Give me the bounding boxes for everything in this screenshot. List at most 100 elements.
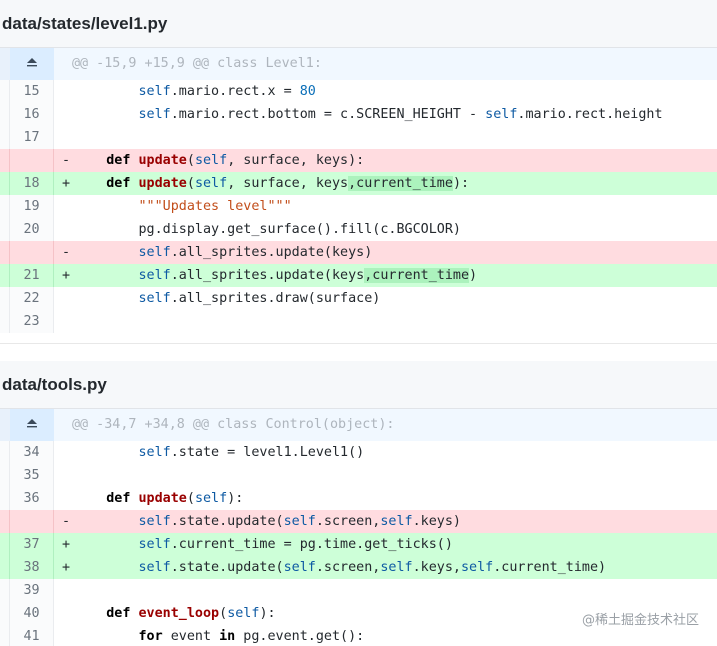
gutter-old[interactable] xyxy=(0,310,10,333)
code-token: """Updates level""" xyxy=(138,199,292,214)
expand-button[interactable] xyxy=(10,409,54,441)
code-token: .state = level1.Level1() xyxy=(170,445,365,460)
line-number[interactable]: 34 xyxy=(10,441,54,464)
code-line: self.all_sprites.draw(surface) xyxy=(74,287,717,310)
code-token: .keys) xyxy=(412,514,461,529)
gutter-old[interactable] xyxy=(0,241,10,264)
gutter-old[interactable] xyxy=(0,149,10,172)
line-number[interactable]: 18 xyxy=(10,172,54,195)
line-number[interactable] xyxy=(10,510,54,533)
gutter-old[interactable] xyxy=(0,510,10,533)
gutter-old[interactable] xyxy=(0,126,10,149)
line-number[interactable] xyxy=(10,241,54,264)
context-line: 20 pg.display.get_surface().fill(c.BGCOL… xyxy=(0,218,717,241)
code-line: def update(self, surface, keys,current_t… xyxy=(74,172,717,195)
code-token: self xyxy=(138,107,171,122)
gutter-old[interactable] xyxy=(0,464,10,487)
gutter-old[interactable] xyxy=(0,218,10,241)
context-line: 22 self.all_sprites.draw(surface) xyxy=(0,287,717,310)
line-number[interactable] xyxy=(10,149,54,172)
gutter-old[interactable] xyxy=(0,625,10,646)
gutter-old[interactable] xyxy=(0,195,10,218)
code-token: .current_time) xyxy=(493,560,607,575)
code-token: .mario.rect.bottom = c.SCREEN_HEIGHT - xyxy=(170,107,486,122)
gutter-old[interactable] xyxy=(0,264,10,287)
file-title[interactable]: data/tools.py xyxy=(2,375,107,395)
code-token: .all_sprites.draw(surface) xyxy=(170,291,381,306)
code-token: pg.display.get_surface().fill(c.BGCOLOR) xyxy=(74,222,461,237)
line-number[interactable]: 38 xyxy=(10,556,54,579)
line-number[interactable]: 17 xyxy=(10,126,54,149)
code-token: .keys, xyxy=(412,560,461,575)
line-number[interactable]: 39 xyxy=(10,579,54,602)
gutter-old[interactable] xyxy=(0,441,10,464)
gutter-old[interactable] xyxy=(0,579,10,602)
code-token: self xyxy=(138,445,171,460)
code-line: self.mario.rect.x = 80 xyxy=(74,80,717,103)
code-token: self xyxy=(283,514,316,529)
gutter-old[interactable] xyxy=(0,287,10,310)
expand-button[interactable] xyxy=(10,48,54,80)
file-header: data/states/level1.py xyxy=(0,0,717,48)
code-token: self xyxy=(138,537,171,552)
gutter-old[interactable] xyxy=(0,103,10,126)
highlight-token: ,current_time xyxy=(348,176,453,191)
code-line: self.state.update(self.screen,self.keys,… xyxy=(74,556,717,579)
line-number[interactable]: 20 xyxy=(10,218,54,241)
line-number[interactable]: 21 xyxy=(10,264,54,287)
line-number[interactable]: 41 xyxy=(10,625,54,646)
code-token: , surface, keys xyxy=(227,176,349,191)
gutter-old[interactable] xyxy=(0,533,10,556)
diff-marker xyxy=(54,487,74,510)
gutter-old[interactable] xyxy=(0,80,10,103)
highlight-token: ,current_time xyxy=(364,268,470,283)
gutter-old[interactable] xyxy=(0,487,10,510)
gutter-old[interactable] xyxy=(0,172,10,195)
code-token: self xyxy=(380,514,413,529)
code-token: self xyxy=(380,560,413,575)
code-line: self.all_sprites.update(keys) xyxy=(74,241,717,264)
line-number[interactable]: 19 xyxy=(10,195,54,218)
code-token: self xyxy=(485,107,518,122)
line-number[interactable]: 15 xyxy=(10,80,54,103)
gutter-old xyxy=(0,48,10,80)
gutter-old[interactable] xyxy=(0,602,10,625)
line-number[interactable]: 22 xyxy=(10,287,54,310)
code-token: .state.update( xyxy=(170,560,284,575)
diff-marker xyxy=(54,602,74,625)
code-token: ( xyxy=(186,153,195,168)
line-number[interactable]: 40 xyxy=(10,602,54,625)
line-number[interactable]: 35 xyxy=(10,464,54,487)
code-token: in xyxy=(219,629,236,644)
code-token: def xyxy=(106,606,131,621)
code-line: self.state.update(self.screen,self.keys) xyxy=(74,510,717,533)
added-line: 38 + self.state.update(self.screen,self.k… xyxy=(0,556,717,579)
line-number[interactable]: 23 xyxy=(10,310,54,333)
hunk-text: @@ -15,9 +15,9 @@ class Level1: xyxy=(72,56,322,71)
code-token: .state.update( xyxy=(170,514,284,529)
diff-marker xyxy=(54,218,74,241)
diff-marker: + xyxy=(61,268,71,283)
line-number[interactable]: 37 xyxy=(10,533,54,556)
diff-marker: - xyxy=(61,153,71,168)
gutter-old[interactable] xyxy=(0,556,10,579)
file-title[interactable]: data/states/level1.py xyxy=(2,14,167,34)
code-line: for event in pg.event.get(): xyxy=(74,625,717,646)
code-token: .mario.rect.height xyxy=(517,107,663,122)
code-token: self xyxy=(461,560,494,575)
added-line: 21 + self.all_sprites.update(keys,current… xyxy=(0,264,717,287)
diff-marker xyxy=(54,464,74,487)
line-number[interactable]: 36 xyxy=(10,487,54,510)
diff-marker xyxy=(54,103,74,126)
line-number[interactable]: 16 xyxy=(10,103,54,126)
diff-marker xyxy=(54,579,74,602)
